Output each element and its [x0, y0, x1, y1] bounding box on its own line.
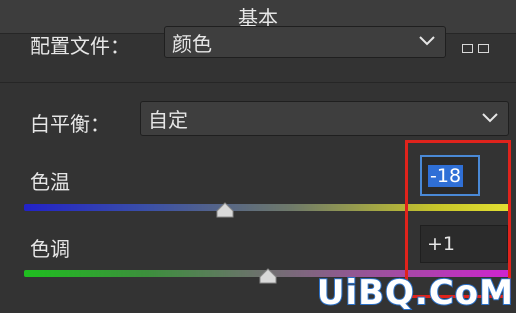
- profile-browser-icon[interactable]: [462, 44, 489, 53]
- temperature-slider-thumb[interactable]: [216, 202, 234, 218]
- grid-square-icon: [462, 44, 473, 53]
- chevron-down-icon: [418, 35, 436, 47]
- profile-label: 配置文件：: [30, 34, 130, 58]
- chevron-down-icon: [481, 112, 499, 124]
- white-balance-label: 白平衡：: [30, 112, 110, 136]
- tint-slider-thumb[interactable]: [259, 268, 277, 284]
- grid-square-icon: [478, 44, 489, 53]
- watermark-logo: UiBQ.CoM: [316, 272, 514, 313]
- white-balance-dropdown[interactable]: 自定: [140, 101, 509, 136]
- profile-value: 颜色: [172, 31, 212, 56]
- tint-label: 色调: [30, 237, 70, 261]
- section-divider: [0, 82, 516, 83]
- temperature-label: 色温: [30, 170, 70, 194]
- profile-dropdown[interactable]: 颜色: [164, 26, 446, 58]
- white-balance-value: 自定: [148, 108, 188, 132]
